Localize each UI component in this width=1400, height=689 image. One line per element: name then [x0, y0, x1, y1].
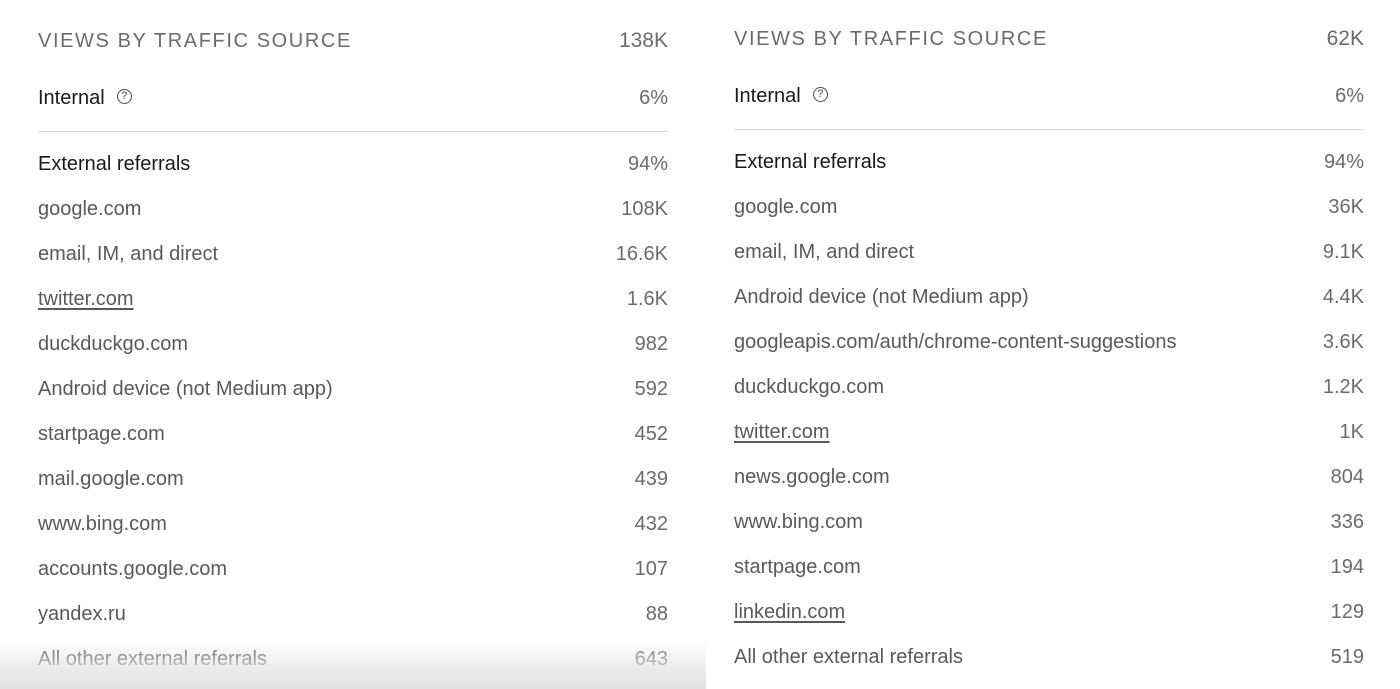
referral-label: Android device (not Medium app) [734, 286, 1029, 308]
internal-value: 6% [639, 86, 668, 109]
external-referrals-row: External referrals 94% [38, 142, 668, 187]
referral-label: email, IM, and direct [734, 241, 915, 263]
panel-title: VIEWS BY TRAFFIC SOURCE [38, 29, 352, 52]
internal-label: Internal [38, 86, 105, 109]
referral-value: 592 [634, 378, 668, 400]
referral-label: googleapis.com/auth/chrome-content-sugge… [734, 331, 1177, 353]
referral-link[interactable]: twitter.com [38, 288, 134, 311]
question-circle-icon[interactable]: ? [812, 86, 828, 102]
referral-value: 4.4K [1322, 286, 1364, 308]
referral-value: 108K [621, 198, 668, 220]
referral-value: 1.2K [1322, 376, 1364, 398]
referral-row: email, IM, and direct 16.6K [38, 232, 668, 277]
referral-value: 3.6K [1322, 331, 1364, 353]
referral-label: Android device (not Medium app) [38, 378, 333, 400]
referral-row: All other external referrals 519 [734, 635, 1364, 680]
referral-value: 88 [645, 603, 668, 625]
referral-link[interactable]: twitter.com [734, 421, 830, 444]
referral-label: www.bing.com [734, 511, 863, 533]
panel-total: 138K [618, 29, 668, 52]
divider [734, 129, 1364, 130]
external-referrals-value: 94% [627, 153, 668, 175]
referral-value: 1K [1339, 421, 1364, 443]
divider [38, 131, 668, 132]
traffic-source-page: VIEWS BY TRAFFIC SOURCE 138K Internal ? … [0, 0, 1400, 689]
referral-label: accounts.google.com [38, 558, 228, 580]
internal-row: Internal ? 6% [734, 81, 1364, 111]
referral-row: accounts.google.com 107 [38, 547, 668, 592]
panel-total: 62K [1326, 27, 1364, 50]
referral-row: All other external referrals 643 [38, 637, 668, 682]
external-referrals-row: External referrals 94% [734, 140, 1364, 185]
referral-label: mail.google.com [38, 468, 184, 490]
referral-label: All other external referrals [734, 646, 963, 668]
referral-value: 452 [634, 423, 668, 445]
referral-row: www.bing.com 336 [734, 500, 1364, 545]
question-circle-icon[interactable]: ? [116, 88, 132, 104]
panel-header: VIEWS BY TRAFFIC SOURCE 62K [734, 24, 1364, 54]
referral-value: 129 [1330, 601, 1364, 623]
referral-value: 432 [634, 513, 668, 535]
panel-title: VIEWS BY TRAFFIC SOURCE [734, 27, 1048, 50]
referral-row: www.bing.com 432 [38, 502, 668, 547]
referral-label: google.com [38, 198, 142, 220]
referral-row: duckduckgo.com 1.2K [734, 365, 1364, 410]
referral-value: 439 [634, 468, 668, 490]
referral-value: 1.6K [626, 288, 668, 310]
referral-value: 804 [1330, 466, 1364, 488]
referral-value: 643 [634, 648, 668, 670]
referral-row: googleapis.com/auth/chrome-content-sugge… [734, 320, 1364, 365]
referral-row: linkedin.com 129 [734, 590, 1364, 635]
referral-row: twitter.com 1.6K [38, 277, 668, 322]
internal-label: Internal [734, 84, 801, 107]
referral-value: 982 [634, 333, 668, 355]
external-referrals-label: External referrals [38, 153, 191, 175]
referral-row: news.google.com 804 [734, 455, 1364, 500]
right-traffic-panel: VIEWS BY TRAFFIC SOURCE 62K Internal ? 6… [734, 24, 1364, 680]
referral-value: 36K [1328, 196, 1364, 218]
referral-label: news.google.com [734, 466, 890, 488]
referral-value: 107 [634, 558, 668, 580]
referral-label: google.com [734, 196, 838, 218]
referral-label: duckduckgo.com [734, 376, 885, 398]
referral-label: www.bing.com [38, 513, 167, 535]
referral-row: twitter.com 1K [734, 410, 1364, 455]
referral-label: startpage.com [734, 556, 861, 578]
referral-row: Android device (not Medium app) 592 [38, 367, 668, 412]
referral-value: 16.6K [615, 243, 668, 265]
referral-row: Android device (not Medium app) 4.4K [734, 275, 1364, 320]
referral-row: email, IM, and direct 9.1K [734, 230, 1364, 275]
referral-label: duckduckgo.com [38, 333, 189, 355]
referral-label: yandex.ru [38, 603, 126, 625]
referral-list: google.com 108K email, IM, and direct 16.6K… [38, 187, 668, 682]
internal-value: 6% [1335, 84, 1364, 107]
referral-row: startpage.com 194 [734, 545, 1364, 590]
internal-row: Internal ? 6% [38, 83, 668, 113]
referral-row: yandex.ru 88 [38, 592, 668, 637]
referral-row: google.com 36K [734, 185, 1364, 230]
referral-label: email, IM, and direct [38, 243, 219, 265]
referral-row: mail.google.com 439 [38, 457, 668, 502]
referral-label: All other external referrals [38, 648, 267, 670]
left-traffic-panel: VIEWS BY TRAFFIC SOURCE 138K Internal ? … [38, 26, 668, 682]
referral-label: startpage.com [38, 423, 165, 445]
referral-row: startpage.com 452 [38, 412, 668, 457]
panel-header: VIEWS BY TRAFFIC SOURCE 138K [38, 26, 668, 56]
referral-value: 194 [1330, 556, 1364, 578]
referral-row: duckduckgo.com 982 [38, 322, 668, 367]
referral-value: 336 [1330, 511, 1364, 533]
referral-value: 519 [1330, 646, 1364, 668]
referral-value: 9.1K [1322, 241, 1364, 263]
referral-row: google.com 108K [38, 187, 668, 232]
external-referrals-value: 94% [1323, 151, 1364, 173]
external-referrals-label: External referrals [734, 151, 887, 173]
referral-link[interactable]: linkedin.com [734, 601, 845, 624]
referral-list: google.com 36K email, IM, and direct 9.1K An… [734, 185, 1364, 680]
